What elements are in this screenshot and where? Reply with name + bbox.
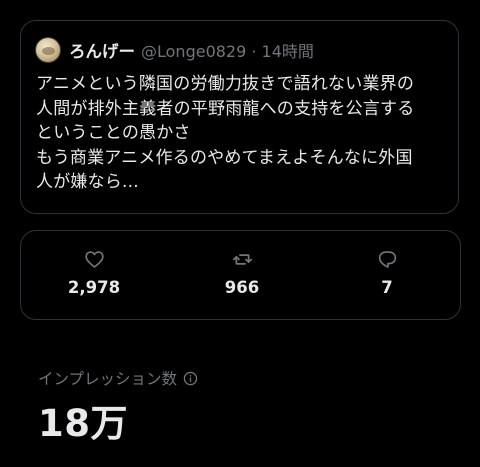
quoted-post-text-line: 人が嫌なら... (36, 172, 139, 192)
quoted-post-text: アニメという隣国の労働力抜きで語れない業界の 人間が排外主義者の平野雨龍への支持… (36, 72, 451, 195)
engagement-stats-card: 2,978 966 7 (20, 230, 461, 320)
quoted-post-text-line: もう商業アニメ作るのやめてまえよそんなに外国 (36, 147, 413, 168)
retweet-icon (232, 254, 252, 265)
likes-count: 2,978 (67, 278, 121, 297)
info-circle-icon[interactable] (183, 371, 198, 386)
quoted-post-text-line: 人間が排外主義者の平野雨龍への支持を公言する (36, 98, 415, 119)
replies-stat[interactable]: 7 (342, 249, 432, 297)
avatar[interactable] (35, 37, 61, 63)
impressions-value: 18万 (38, 402, 128, 445)
replies-count: 7 (381, 278, 393, 297)
post-analytics-page: ろんげー @Longe0829 · 14時間 アニメという隣国の労働力抜きで語れ… (0, 0, 480, 467)
display-name[interactable]: ろんげー (69, 38, 135, 62)
quoted-post-text-line: アニメという隣国の労働力抜きで語れない業界の (36, 74, 415, 94)
handle-and-time: @Longe0829 · 14時間 (141, 42, 314, 61)
speech-bubble-icon (378, 251, 396, 268)
likes-stat[interactable]: 2,978 (49, 249, 139, 297)
quoted-post-header: ろんげー @Longe0829 · 14時間 (35, 36, 314, 64)
impressions-label-text: インプレッション数 (38, 370, 178, 388)
heart-icon (84, 251, 104, 268)
quoted-post-card[interactable]: ろんげー @Longe0829 · 14時間 アニメという隣国の労働力抜きで語れ… (20, 20, 459, 214)
impressions-label: インプレッション数 (38, 367, 198, 389)
retweets-stat[interactable]: 966 (197, 249, 287, 297)
retweets-count: 966 (224, 278, 260, 297)
quoted-post-text-line: ということの愚かさ (36, 123, 191, 143)
